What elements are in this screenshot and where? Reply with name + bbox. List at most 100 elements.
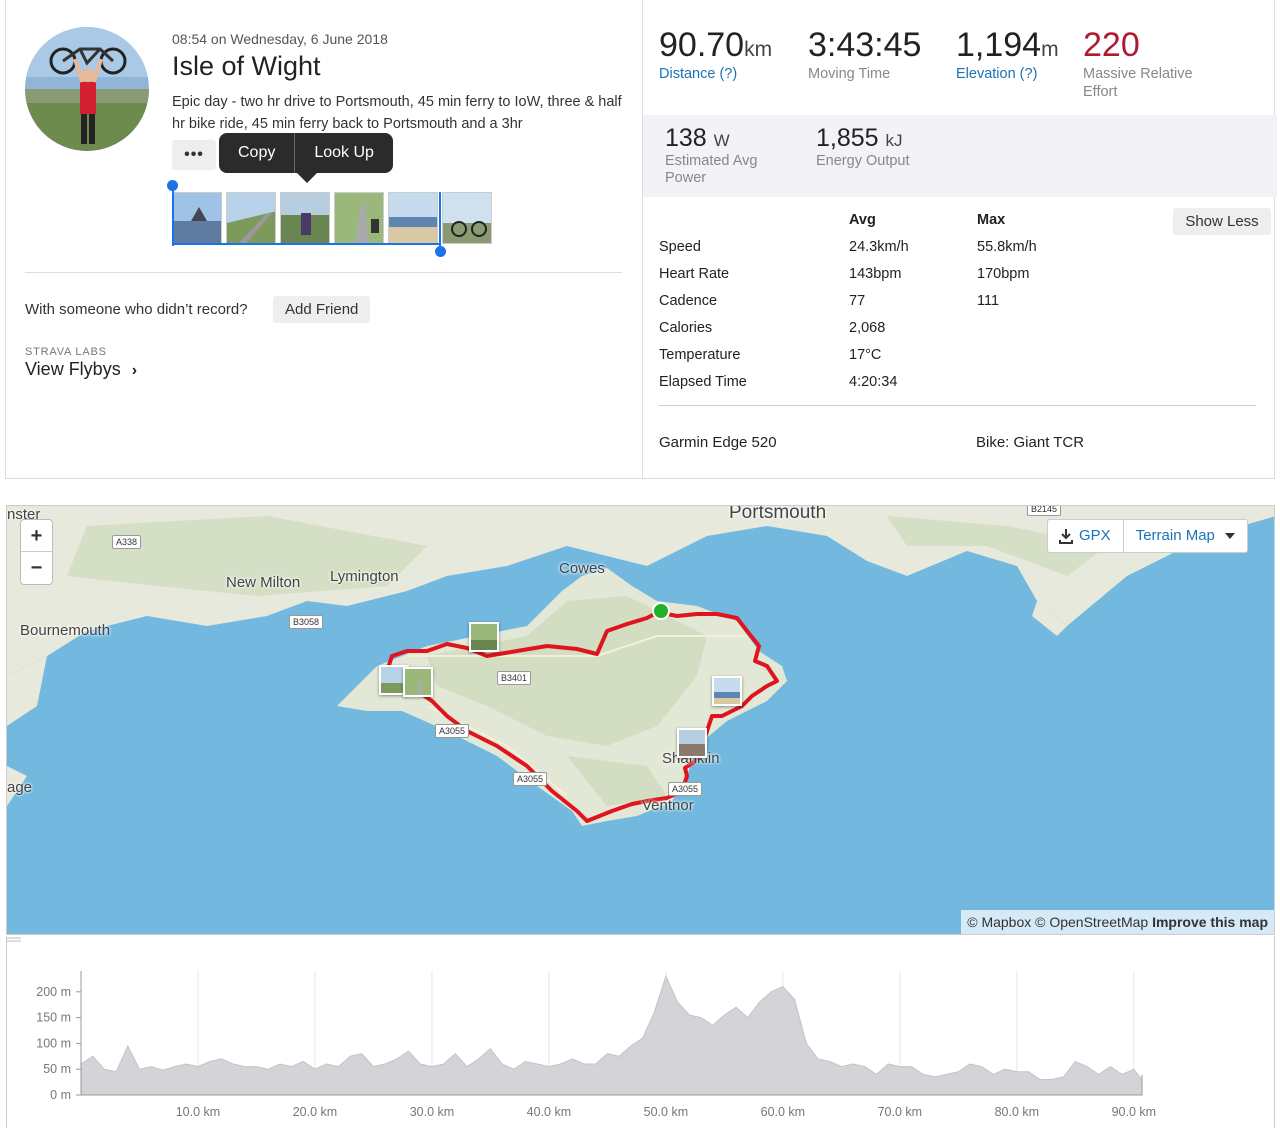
- activity-description: Epic day - two hr drive to Portsmouth, 4…: [172, 94, 622, 132]
- selection-handle-left[interactable]: [172, 186, 174, 246]
- row-max: 55.8km/h: [977, 239, 1037, 255]
- photo-thumbnail[interactable]: [280, 192, 330, 244]
- photo-strip: [172, 192, 492, 244]
- show-less-button[interactable]: Show Less: [1173, 208, 1271, 235]
- map-photo-marker[interactable]: [469, 622, 499, 652]
- chevron-right-icon: ›: [131, 362, 138, 379]
- more-options-button[interactable]: •••: [172, 140, 216, 170]
- table-row: Speed 24.3km/h 55.8km/h: [659, 239, 1259, 266]
- place-label: Ventnor: [642, 797, 694, 814]
- zoom-controls: + −: [20, 519, 53, 585]
- map-type-dropdown[interactable]: Terrain Map: [1124, 520, 1247, 552]
- row-avg: 24.3km/h: [849, 239, 909, 255]
- gpx-label: GPX: [1079, 527, 1111, 544]
- avg-column-header: Avg: [849, 212, 876, 228]
- row-label: Heart Rate: [659, 266, 730, 282]
- view-flybys-label: View Flybys: [25, 359, 121, 379]
- power-label-2: Power: [665, 170, 707, 186]
- energy-label: Energy Output: [816, 153, 910, 169]
- road-badge: A3055: [513, 772, 548, 786]
- relative-effort-label-1: Massive Relative: [1083, 66, 1193, 82]
- map-base: [7, 506, 1274, 826]
- attribution-text: © Mapbox © OpenStreetMap: [967, 914, 1149, 930]
- map-photo-marker[interactable]: [677, 728, 707, 758]
- energy-unit: kJ: [885, 131, 903, 150]
- moving-time-value: 3:43:45: [808, 26, 922, 64]
- zoom-out-button[interactable]: −: [21, 552, 52, 584]
- strava-labs-label: STRAVA LABS: [25, 346, 107, 358]
- gpx-download-button[interactable]: GPX: [1048, 520, 1124, 552]
- row-max: 170bpm: [977, 266, 1030, 282]
- download-icon: [1059, 529, 1073, 544]
- improve-map-link[interactable]: Improve this map: [1152, 914, 1268, 930]
- map-photo-marker[interactable]: [403, 667, 433, 697]
- table-row: Cadence 77 111: [659, 293, 1259, 320]
- stats-divider: [659, 405, 1256, 406]
- photo-thumbnail[interactable]: [226, 192, 276, 244]
- activity-stats: 90.70km Distance (?) 3:43:45 Moving Time…: [642, 0, 1277, 478]
- table-row: Heart Rate 143bpm 170bpm: [659, 266, 1259, 293]
- start-marker[interactable]: [652, 602, 670, 620]
- energy-value: 1,855: [816, 124, 879, 152]
- activity-summary-panel: 08:54 on Wednesday, 6 June 2018 Isle of …: [5, 0, 1277, 479]
- elevation-value: 1,194: [956, 26, 1042, 64]
- selection-underline: [172, 243, 441, 245]
- place-label: age: [7, 779, 33, 796]
- activity-date: 08:54 on Wednesday, 6 June 2018: [172, 31, 388, 47]
- photo-thumbnail[interactable]: [334, 192, 384, 244]
- selection-grip-start[interactable]: [167, 180, 178, 191]
- elevation-chart[interactable]: 10.0 km 20.0 km 30.0 km 40.0 km 50.0 km 60.0 …: [6, 936, 1275, 1128]
- relative-effort-label-2: Effort: [1083, 84, 1118, 100]
- row-avg: 4:20:34: [849, 374, 898, 390]
- lookup-menu-item[interactable]: Look Up: [295, 133, 393, 173]
- moving-time-stat: 3:43:45 Moving Time: [808, 26, 921, 83]
- distance-label[interactable]: Distance (?): [659, 66, 772, 83]
- y-tick-label: 0 m: [50, 1088, 71, 1102]
- relative-effort-value: 220: [1083, 26, 1140, 64]
- place-label: New Milton: [226, 574, 301, 591]
- x-tick-label: 70.0 km: [878, 1105, 922, 1119]
- caret-down-icon: [1224, 533, 1235, 539]
- row-avg: 143bpm: [849, 266, 902, 282]
- x-tick-label: 90.0 km: [1112, 1105, 1156, 1119]
- activity-title: Isle of Wight: [172, 51, 321, 81]
- elevation-label[interactable]: Elevation (?): [956, 66, 1059, 83]
- road-badge: A3055: [435, 724, 470, 738]
- elevation-plot: 10.0 km 20.0 km 30.0 km 40.0 km 50.0 km 60.0 …: [36, 971, 1156, 1119]
- power-unit: W: [713, 131, 730, 150]
- row-label: Speed: [659, 239, 701, 255]
- x-tick-label: 50.0 km: [644, 1105, 688, 1119]
- athlete-avatar[interactable]: [25, 27, 149, 151]
- place-label: Cowes: [559, 560, 605, 577]
- zoom-in-button[interactable]: +: [21, 520, 52, 552]
- map-attribution: © Mapbox © OpenStreetMap Improve this ma…: [961, 910, 1274, 934]
- table-row: Calories 2,068: [659, 320, 1259, 347]
- energy-stat: 1,855 kJ Energy Output: [816, 124, 910, 170]
- photo-thumbnail[interactable]: [388, 192, 438, 244]
- x-tick-label: 20.0 km: [293, 1105, 337, 1119]
- row-label: Elapsed Time: [659, 374, 747, 390]
- photo-thumbnail[interactable]: [172, 192, 222, 244]
- relative-effort-stat[interactable]: 220 Massive Relative Effort: [1083, 26, 1193, 101]
- place-label: Bournemouth: [20, 622, 111, 639]
- map-photo-marker[interactable]: [712, 676, 742, 706]
- x-tick-label: 40.0 km: [527, 1105, 571, 1119]
- copy-menu-item[interactable]: Copy: [219, 133, 294, 173]
- row-avg: 2,068: [849, 320, 886, 336]
- selection-grip-end[interactable]: [435, 246, 446, 257]
- x-tick-label: 30.0 km: [410, 1105, 454, 1119]
- photo-thumbnail[interactable]: [442, 192, 492, 244]
- x-tick-label: 60.0 km: [761, 1105, 805, 1119]
- row-label: Cadence: [659, 293, 718, 309]
- add-friend-button[interactable]: Add Friend: [273, 296, 371, 323]
- y-tick-label: 150 m: [36, 1011, 71, 1025]
- road-badge: B3058: [289, 615, 324, 629]
- view-flybys-link[interactable]: View Flybys ›: [25, 359, 137, 380]
- distance-value: 90.70: [659, 26, 745, 64]
- add-friend-prompt: With someone who didn’t record?: [25, 301, 248, 318]
- distance-stat: 90.70km Distance (?): [659, 26, 772, 83]
- x-tick-label: 10.0 km: [176, 1105, 220, 1119]
- power-value: 138: [665, 124, 707, 152]
- map-type-label: Terrain Map: [1135, 527, 1215, 544]
- route-map[interactable]: nster Portsmouth Cowes Lymington New Mil…: [6, 505, 1275, 935]
